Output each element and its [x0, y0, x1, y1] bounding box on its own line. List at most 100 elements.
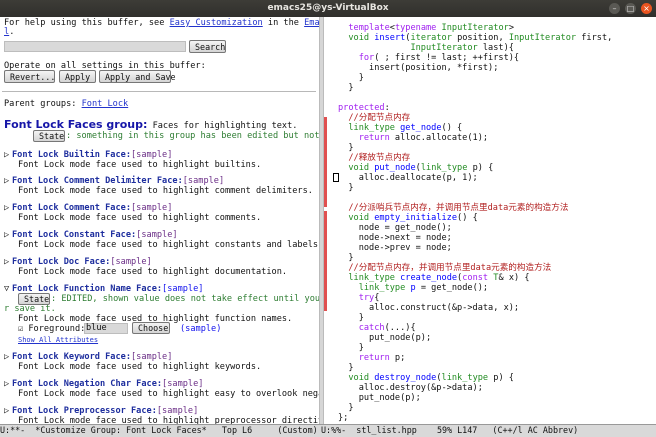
close-icon[interactable]: × [641, 3, 652, 14]
code-token: return [358, 133, 390, 143]
code-line: } [338, 83, 353, 93]
maximize-icon[interactable]: □ [625, 3, 636, 14]
code-token: typename [394, 23, 437, 33]
expand-triangle-icon[interactable]: ▷ [4, 230, 12, 240]
left-mode-line: U:**- *Customize Group: Font Lock Faces*… [0, 424, 321, 437]
code-line: put_node(p); [338, 393, 421, 403]
expand-triangle-icon[interactable]: ▷ [4, 257, 12, 267]
code-line: } [338, 343, 364, 353]
code-token: iterator [410, 33, 452, 43]
code-token: () { [457, 213, 478, 223]
code-line: alloc.construct(&p->data, x); [338, 303, 519, 313]
group-state-button[interactable]: State [33, 130, 65, 142]
easy-customization-link[interactable]: Easy Customization [170, 18, 263, 28]
face-sample: [sample] [156, 406, 199, 416]
face-doc: Font Lock mode face used to highlight co… [18, 186, 313, 196]
code-line: } [338, 253, 353, 263]
code-token: //分配节点内存 [348, 113, 411, 123]
code-token: } [338, 363, 354, 373]
font-lock-group-link[interactable]: Font Lock [82, 99, 129, 109]
code-token: catch [358, 323, 385, 333]
emacs-manual-link[interactable]: Emacs manua [304, 18, 319, 28]
face-item-doc[interactable]: ▷ Font Lock Doc Face:[sample] [4, 257, 152, 267]
code-token: p) { [467, 163, 494, 173]
face-sample: [sample] [131, 203, 173, 213]
code-line: void empty_initialize() { [338, 213, 478, 223]
right-mode-line: U:%%- stl_list.hpp 59% L147 (C++/l AC Ab… [321, 424, 656, 437]
code-editor-pane[interactable]: template<typename InputIterator> void in… [324, 17, 656, 424]
code-line: link_type p = get_node(); [338, 283, 488, 293]
code-token: } [338, 183, 354, 193]
code-line: for( ; first != last; ++first){ [338, 53, 519, 63]
face-item-negation-char[interactable]: ▷ Font Lock Negation Char Face:[sample] [4, 379, 203, 389]
code-token: link_type [441, 373, 489, 383]
code-token: return [358, 353, 390, 363]
expand-triangle-icon[interactable]: ▷ [4, 203, 12, 213]
code-token: alloc.construct(&p->data, x); [338, 303, 520, 313]
minimize-icon[interactable]: – [609, 3, 620, 14]
code-token: : [384, 103, 390, 113]
show-all-attributes-link[interactable]: Show All Attributes [18, 335, 98, 345]
code-line: alloc.deallocate(p, 1); [338, 173, 478, 183]
foreground-checkbox[interactable]: ☑ [18, 324, 23, 334]
choose-color-button[interactable]: Choose [132, 322, 170, 334]
search-input[interactable] [4, 41, 186, 52]
apply-and-save-button[interactable]: Apply and Save [99, 70, 176, 83]
code-token: ( ; first != last; ++first){ [374, 53, 520, 63]
face-item-comment-delimiter[interactable]: ▷ Font Lock Comment Delimiter Face:[sampl… [4, 176, 224, 186]
code-token: InputIterator [508, 33, 577, 43]
code-token: } [338, 313, 364, 323]
expand-triangle-icon[interactable]: ▷ [4, 352, 12, 362]
code-line: insert(position, *first); [338, 63, 498, 73]
foreground-row: ☑ Foreground: [18, 324, 90, 334]
code-line: } [338, 363, 354, 373]
code-line: node->prev = node; [338, 243, 452, 253]
code-token: p) { [488, 373, 514, 383]
search-button[interactable]: Search [189, 40, 226, 53]
code-token: put_node [374, 163, 416, 173]
foreground-value-field[interactable]: blue [84, 323, 128, 334]
face-item-preprocessor[interactable]: ▷ Font Lock Preprocessor Face:[sample] [4, 406, 198, 416]
customize-pane[interactable]: For help using this buffer, see Easy Cus… [0, 17, 319, 424]
face-doc: Font Lock mode face used to highlight co… [18, 213, 262, 223]
face-name: Font Lock Constant Face: [12, 230, 137, 240]
code-line: //分配节点内存 [338, 113, 410, 123]
code-line: }; [338, 413, 348, 423]
revert-button[interactable]: Revert... [4, 70, 55, 83]
collapse-triangle-icon[interactable]: ▽ [4, 284, 12, 294]
face-name: Font Lock Comment Face: [12, 203, 131, 213]
code-token: } [338, 343, 364, 353]
code-line: //分派哨兵节点内存，并调用节点里data元素的构造方法 [338, 203, 568, 213]
code-token: alloc.allocate(1); [389, 133, 489, 143]
code-line: } [338, 183, 354, 193]
expand-triangle-icon[interactable]: ▷ [4, 150, 12, 160]
face-item-constant[interactable]: ▷ Font Lock Constant Face:[sample] [4, 230, 178, 240]
expand-triangle-icon[interactable]: ▷ [4, 176, 12, 186]
expand-triangle-icon[interactable]: ▷ [4, 379, 12, 389]
code-line: //分配节点内存，并调用节点里data元素的构造方法 [338, 263, 551, 273]
face-item-keyword[interactable]: ▷ Font Lock Keyword Face:[sample] [4, 352, 172, 362]
expand-triangle-icon[interactable]: ▷ [4, 406, 12, 416]
code-line: } [338, 313, 364, 323]
code-line: alloc.destroy(&p->data); [338, 383, 483, 393]
face-sample: [sample] [162, 379, 204, 389]
code-token: put_node(p); [338, 333, 432, 343]
code-token: node = get_node(); [338, 223, 452, 233]
code-line: node = get_node(); [338, 223, 452, 233]
face-item-builtin[interactable]: ▷ Font Lock Builtin Face:[sample] [4, 150, 172, 160]
code-token: alloc.deallocate(p, 1); [338, 173, 478, 183]
group-description: Faces for highlighting text. [147, 121, 298, 131]
face-state-text: : EDITED, shown value does not take effe… [51, 294, 319, 304]
group-state-text: : something in this group has been edite… [66, 131, 319, 141]
face-sample: [sample] [136, 230, 178, 240]
code-token: = get_node(); [415, 283, 489, 293]
face-item-comment[interactable]: ▷ Font Lock Comment Face:[sample] [4, 203, 172, 213]
window-title: emacs25@ys-VirtualBox [267, 3, 389, 13]
group-title: Font Lock Faces group: [4, 118, 148, 131]
code-token: void [348, 33, 370, 43]
apply-button[interactable]: Apply [59, 70, 96, 83]
